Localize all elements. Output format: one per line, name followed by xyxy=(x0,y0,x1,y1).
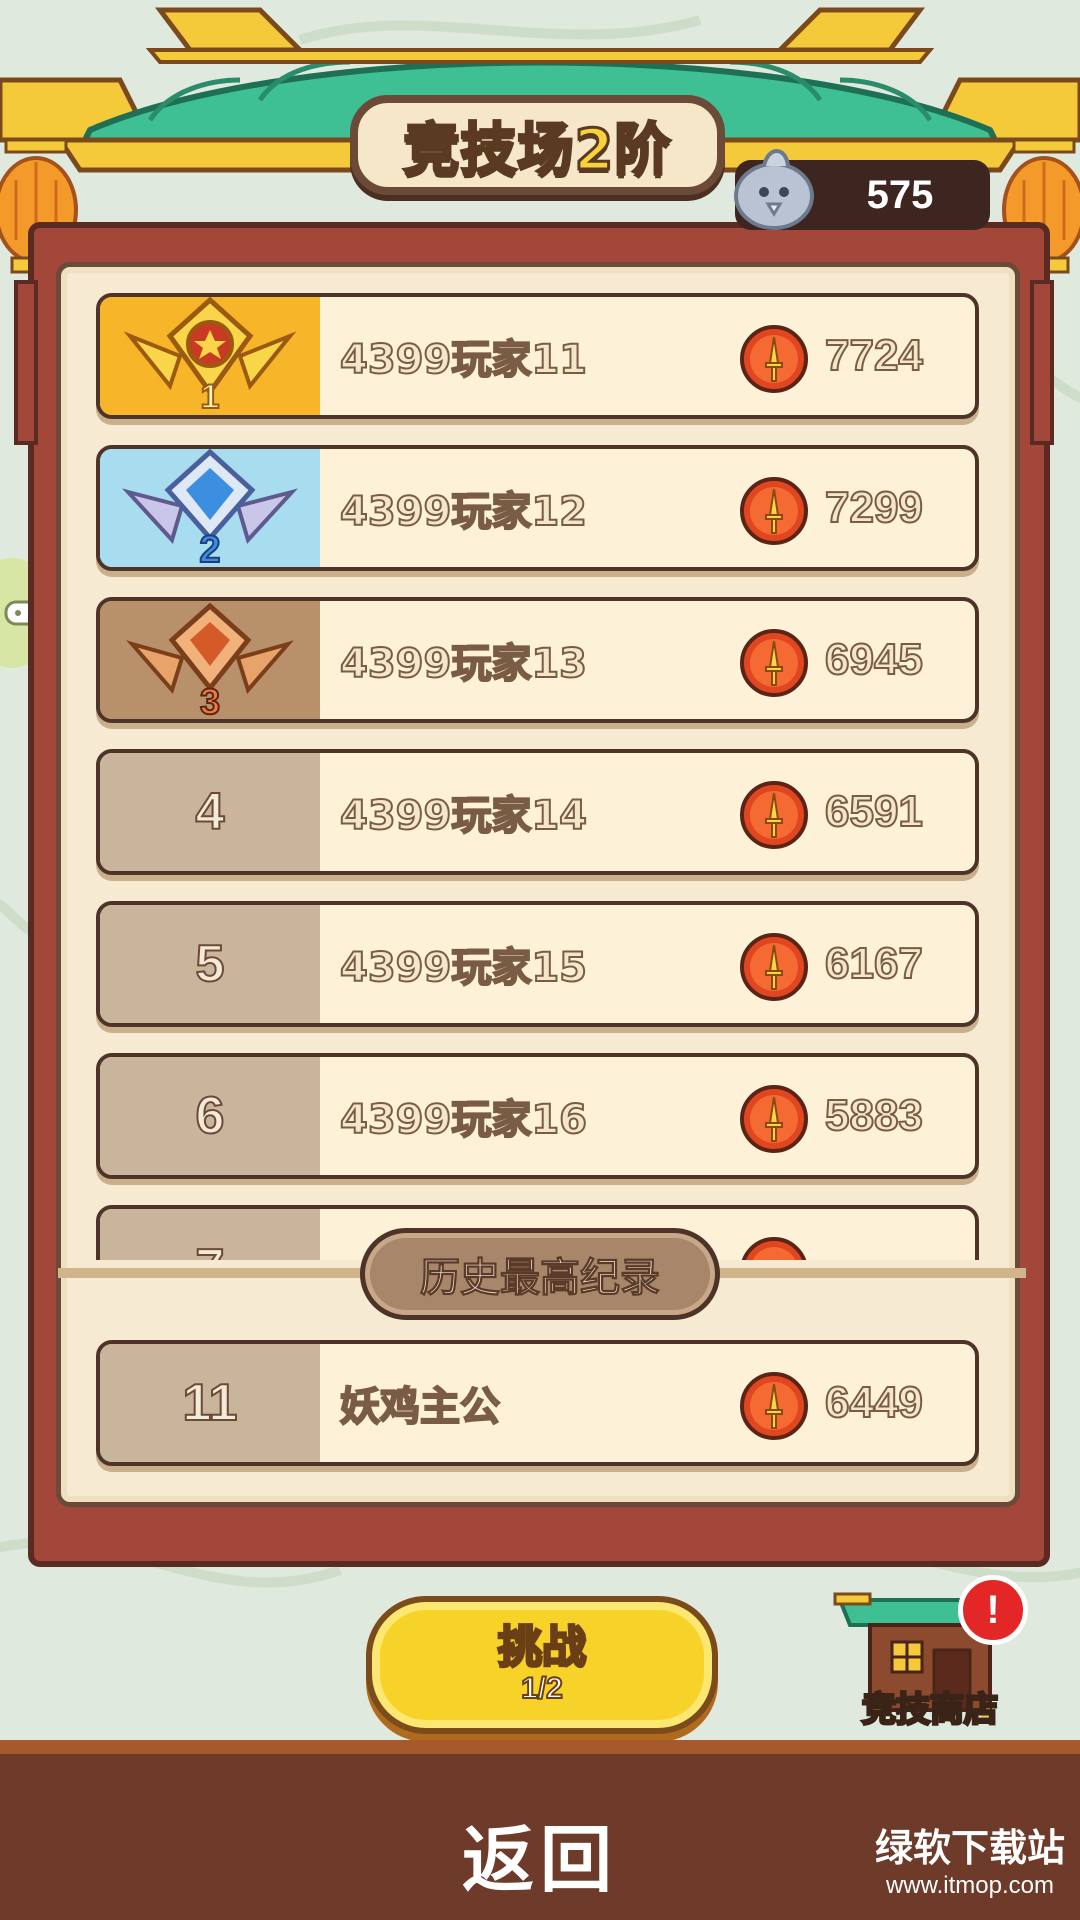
rank-number: 4 xyxy=(195,782,226,842)
ranking-row[interactable]: 1 4399玩家11 7724 xyxy=(96,293,979,419)
sword-medal-icon xyxy=(740,781,808,849)
watermark-title: 绿软下载站 xyxy=(874,1826,1065,1870)
ranking-list[interactable]: 1 4399玩家11 7724 2 4399玩家12 7299 3 4399玩家… xyxy=(90,285,990,1260)
back-button[interactable]: 返回 xyxy=(440,1808,640,1902)
sword-medal-icon xyxy=(740,1372,808,1440)
record-row[interactable]: 11 妖鸡主公 6449 xyxy=(96,1340,979,1466)
challenge-button[interactable]: 挑战 1/2 xyxy=(366,1596,718,1734)
player-score: 7724 xyxy=(824,330,924,381)
rank-number: 11 xyxy=(182,1373,239,1433)
silver-bird-icon xyxy=(734,149,814,230)
shop-label: 竞技商店 xyxy=(861,1689,1000,1732)
svg-text:2: 2 xyxy=(199,529,220,568)
rank-cell: 7 xyxy=(100,1209,320,1260)
bronze-winged-badge-icon: 3 xyxy=(126,602,294,720)
gold-winged-badge-icon: 1 xyxy=(123,297,297,416)
right-pillar xyxy=(1030,280,1054,445)
record-label-plaque: 历史最高纪录 xyxy=(360,1228,720,1320)
rank-number: 5 xyxy=(195,934,226,994)
player-name: 4399玩家16 xyxy=(339,1096,588,1144)
currency-value: 575 xyxy=(866,173,934,217)
rank-number: 7 xyxy=(195,1238,226,1260)
player-name: 4399玩家12 xyxy=(339,488,588,536)
rank-number: 6 xyxy=(195,1086,226,1146)
player-name: 妖鸡主公 xyxy=(339,1383,501,1431)
player-score: 6591 xyxy=(824,786,924,837)
ranking-row[interactable]: 2 4399玩家12 7299 xyxy=(96,445,979,571)
rank-cell: 3 xyxy=(100,601,320,719)
svg-text:1: 1 xyxy=(201,378,220,416)
svg-text:3: 3 xyxy=(200,681,220,720)
ranking-row[interactable]: 6 4399玩家16 5883 xyxy=(96,1053,979,1179)
player-name: 4399玩家14 xyxy=(339,792,588,840)
rank-cell: 2 xyxy=(100,449,320,567)
rank-cell: 6 xyxy=(100,1057,320,1175)
sword-medal-icon xyxy=(740,629,808,697)
challenge-count: 1/2 xyxy=(520,1671,564,1706)
shop-alert-badge: ! xyxy=(958,1575,1028,1645)
rank-cell: 4 xyxy=(100,753,320,871)
ranking-row[interactable]: 4 4399玩家14 6591 xyxy=(96,749,979,875)
sword-medal-icon xyxy=(741,1237,807,1260)
player-name: 4399玩家15 xyxy=(339,944,588,992)
record-label: 历史最高纪录 xyxy=(420,1255,661,1302)
player-score: 6167 xyxy=(824,938,924,989)
ranking-row[interactable]: 5 4399玩家15 6167 xyxy=(96,901,979,1027)
player-score: 6945 xyxy=(824,634,924,685)
sword-medal-icon xyxy=(740,325,808,393)
challenge-label: 挑战 xyxy=(497,1622,588,1673)
sword-medal-icon xyxy=(740,477,808,545)
player-score: 6449 xyxy=(824,1377,924,1428)
player-score: 7299 xyxy=(824,482,924,533)
player-name: 4399玩家13 xyxy=(339,640,588,688)
page-title: 竞技场2阶 xyxy=(402,116,672,184)
sword-medal-icon xyxy=(740,933,808,1001)
rank-cell: 5 xyxy=(100,905,320,1023)
sword-medal-icon xyxy=(740,1085,808,1153)
rank-cell: 11 xyxy=(100,1344,320,1462)
arena-title-plaque: 竞技场2阶 xyxy=(350,95,725,195)
left-pillar xyxy=(14,280,38,445)
silver-winged-badge-icon: 2 xyxy=(121,449,299,568)
player-score: 5883 xyxy=(824,1090,924,1141)
watermark-url: www.itmop.com xyxy=(885,1872,1055,1899)
player-name: 4399玩家11 xyxy=(339,336,588,384)
rank-cell: 1 xyxy=(100,297,320,415)
ranking-row[interactable]: 3 4399玩家13 6945 xyxy=(96,597,979,723)
